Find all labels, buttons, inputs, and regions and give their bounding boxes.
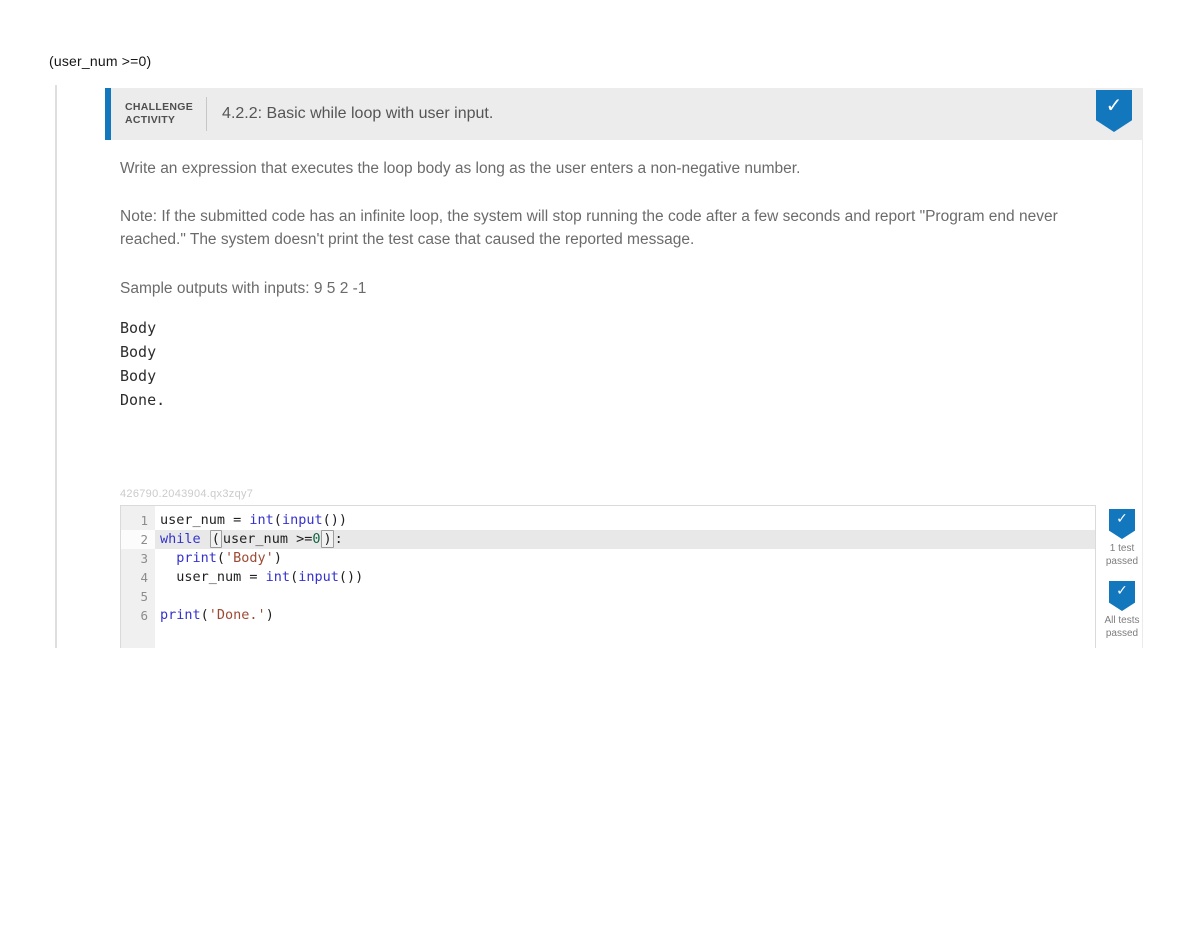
- code-text: while (user_num >=0):: [155, 530, 1095, 549]
- code-line[interactable]: 5: [121, 587, 1095, 606]
- check-icon: ✓: [1116, 511, 1128, 527]
- sample-output-line: Done.: [120, 391, 166, 409]
- code-line[interactable]: 4 user_num = int(input()): [121, 568, 1095, 587]
- sample-output-line: Body: [120, 343, 157, 361]
- check-icon: ✓: [1105, 93, 1123, 117]
- code-text: print('Done.'): [160, 607, 274, 623]
- line-number: 5: [140, 589, 148, 604]
- page: (user_num >=0) CHALLENGE ACTIVITY 4.2.2:…: [0, 0, 1200, 927]
- challenge-activity-header: CHALLENGE ACTIVITY 4.2.2: Basic while lo…: [105, 88, 1143, 140]
- line-number: 1: [140, 513, 148, 528]
- code-line[interactable]: 3 print('Body'): [121, 549, 1095, 568]
- left-rule: [55, 85, 57, 648]
- sample-output-line: Body: [120, 319, 157, 337]
- test-passed-badge: ✓: [1109, 581, 1135, 611]
- test-result: ✓ All tests passed: [1098, 581, 1146, 640]
- sample-output-line: Body: [120, 367, 157, 385]
- line-number: 6: [140, 608, 148, 623]
- line-number: 2: [121, 530, 155, 549]
- test-label-line: passed: [1105, 556, 1139, 567]
- test-results-column: ✓ 1 test passed ✓ All tests passed: [1098, 509, 1146, 653]
- header-accent-stripe: [105, 88, 111, 140]
- sample-output-block: Body Body Body Done.: [120, 316, 165, 412]
- resource-id: 426790.2043904.qx3zqy7: [120, 488, 254, 500]
- code-line[interactable]: 1 user_num = int(input()): [121, 511, 1095, 530]
- activity-title: 4.2.2: Basic while loop with user input.: [222, 105, 494, 122]
- test-result: ✓ 1 test passed: [1098, 509, 1146, 568]
- sample-outputs-label: Sample outputs with inputs: 9 5 2 -1: [120, 280, 367, 297]
- note-paragraph: Note: If the submitted code has an infin…: [120, 208, 1058, 248]
- code-line[interactable]: 2 while (user_num >=0):: [121, 530, 1095, 549]
- code-line[interactable]: 6 print('Done.'): [121, 606, 1095, 625]
- header-divider: [206, 97, 208, 131]
- activity-complete-badge: ✓: [1096, 90, 1132, 132]
- code-editor[interactable]: 1 user_num = int(input()) 2 while (user_num…: [120, 505, 1096, 648]
- floating-expression-text: (user_num >=0): [49, 53, 152, 69]
- test-label-line: All tests: [1104, 615, 1140, 626]
- kicker-line-2: ACTIVITY: [125, 114, 176, 126]
- test-label-line: passed: [1105, 628, 1139, 639]
- code-text: print('Body'): [176, 550, 282, 566]
- instruction-paragraph: Write an expression that executes the lo…: [120, 160, 801, 177]
- test-label-line: 1 test: [1109, 543, 1135, 554]
- test-passed-badge: ✓: [1109, 509, 1135, 539]
- code-text: user_num = int(input()): [160, 512, 347, 528]
- code-text: user_num = int(input()): [160, 569, 364, 585]
- check-icon: ✓: [1116, 583, 1128, 599]
- kicker-line-1: CHALLENGE: [125, 101, 194, 113]
- challenge-activity-label: CHALLENGE ACTIVITY: [125, 101, 193, 127]
- line-number: 3: [140, 551, 148, 566]
- line-number: 4: [140, 570, 148, 585]
